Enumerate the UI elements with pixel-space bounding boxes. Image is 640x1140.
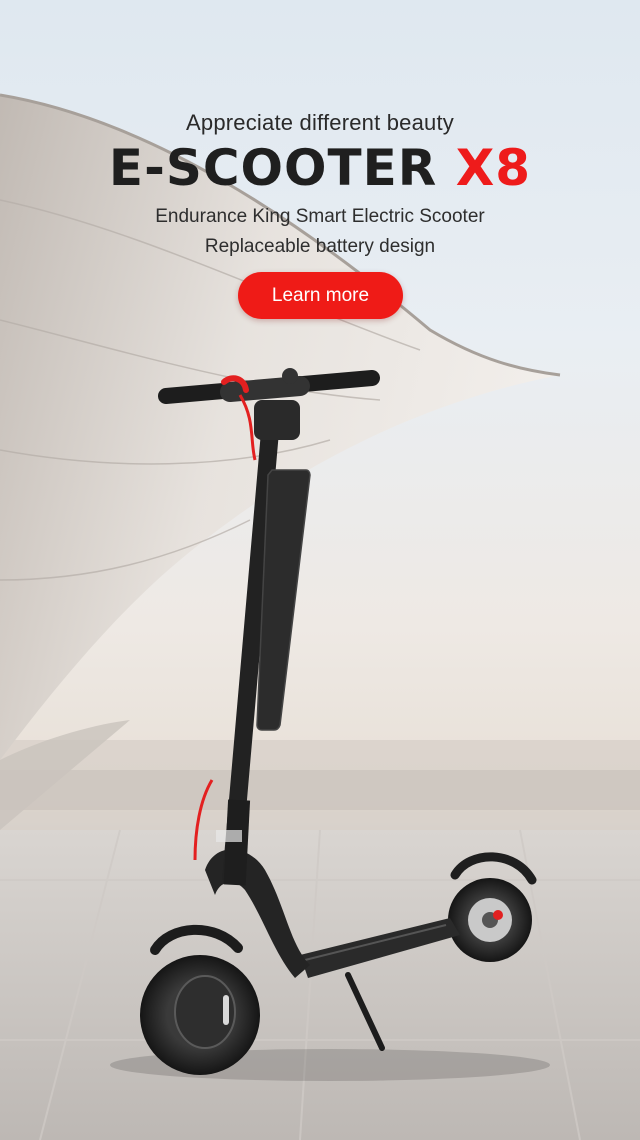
- hero-title-model: X8: [455, 139, 532, 197]
- learn-more-button[interactable]: Learn more: [238, 272, 403, 319]
- hero-tagline: Appreciate different beauty: [186, 110, 454, 135]
- hero-title: E-SCOOTER X8: [0, 140, 640, 196]
- hero-banner: Appreciate different beauty E-SCOOTER X8…: [0, 0, 640, 1140]
- hero-subtitle-line1: Endurance King Smart Electric Scooter: [155, 206, 485, 227]
- hero-subtitle-line2: Replaceable battery design: [204, 236, 436, 257]
- hero-title-main: E-SCOOTER: [108, 139, 438, 197]
